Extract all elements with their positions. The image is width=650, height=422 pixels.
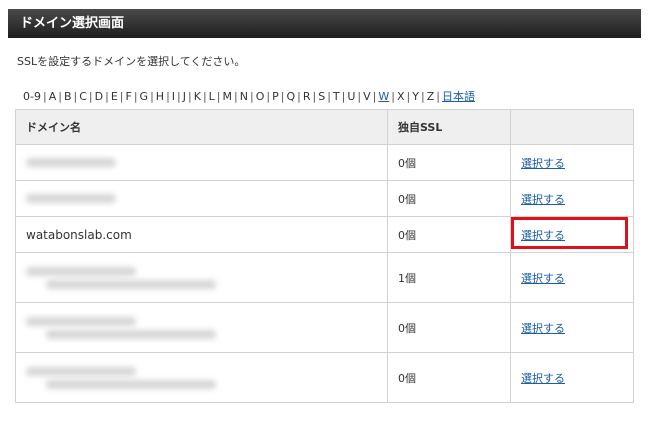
alpha-filter-k: K	[193, 90, 201, 103]
select-domain-link[interactable]: 選択する	[521, 229, 565, 242]
column-header-action	[510, 109, 634, 145]
nav-separator: |	[391, 90, 395, 103]
table-row: 0個 選択する	[15, 302, 634, 353]
domain-cell	[15, 144, 388, 181]
alpha-filter-y: Y	[412, 90, 419, 103]
instruction-text: SSLを設定するドメインを選択してください。	[17, 55, 246, 68]
redacted-domain	[26, 366, 136, 376]
redacted-domain	[26, 158, 116, 167]
table-row: 0個 選択する	[15, 144, 634, 181]
nav-separator: |	[436, 90, 440, 103]
ssl-count-cell: 0個	[387, 180, 511, 217]
alpha-filter-g: G	[139, 90, 149, 103]
alpha-filter-x: X	[397, 90, 405, 103]
nav-separator: |	[297, 90, 301, 103]
domain-cell: watabonslab.com	[15, 216, 388, 253]
action-cell: 選択する	[510, 216, 634, 253]
action-cell: 選択する	[510, 180, 634, 217]
alpha-filter-v: V	[363, 90, 371, 103]
table-header-row: ドメイン名 独自SSL	[15, 109, 634, 145]
alpha-filter-f: F	[125, 90, 132, 103]
redacted-domain	[46, 279, 216, 289]
alpha-filter-n: N	[239, 90, 248, 103]
alpha-filter-q: Q	[286, 90, 296, 103]
redacted-domain	[26, 266, 136, 276]
nav-separator: |	[188, 90, 192, 103]
select-domain-link[interactable]: 選択する	[521, 272, 565, 285]
redacted-domain	[26, 194, 116, 203]
action-cell: 選択する	[510, 302, 634, 353]
action-cell: 選択する	[510, 252, 634, 303]
redacted-domain	[46, 379, 216, 389]
column-header-domain: ドメイン名	[15, 109, 388, 145]
table-row: 1個 選択する	[15, 252, 634, 303]
select-domain-link[interactable]: 選択する	[521, 372, 565, 385]
nav-separator: |	[327, 90, 331, 103]
domain-cell	[15, 180, 388, 217]
nav-separator: |	[234, 90, 238, 103]
alpha-filter-m: M	[222, 90, 233, 103]
nav-separator: |	[357, 90, 362, 103]
alpha-filter-h: H	[155, 90, 165, 103]
alpha-filter-c: C	[79, 90, 87, 103]
page-header: ドメイン選択画面	[8, 9, 641, 38]
alpha-filter-0-9: 0-9	[23, 90, 41, 103]
select-domain-link[interactable]: 選択する	[521, 157, 565, 170]
select-domain-link[interactable]: 選択する	[521, 193, 565, 206]
nav-separator: |	[105, 90, 109, 103]
domain-table: ドメイン名 独自SSL 0個 選択する 0個 選択する watabonslab.com 0…	[15, 109, 634, 403]
alpha-filter-l: L	[208, 90, 215, 103]
nav-separator: |	[88, 90, 93, 103]
nav-separator: |	[177, 90, 181, 103]
nav-separator: |	[133, 90, 138, 103]
table-row: 0個 選択する	[15, 180, 634, 217]
domain-name: watabonslab.com	[26, 227, 132, 242]
redacted-domain	[46, 329, 216, 339]
domain-cell	[15, 252, 388, 303]
nav-separator: |	[150, 90, 154, 103]
alpha-filter-t: T	[332, 90, 340, 103]
nav-separator: |	[202, 90, 207, 103]
nav-separator: |	[166, 90, 170, 103]
nav-separator: |	[421, 90, 425, 103]
ssl-count-cell: 0個	[387, 302, 511, 353]
ssl-count-cell: 0個	[387, 352, 511, 403]
table-row: 0個 選択する	[15, 352, 634, 403]
nav-separator: |	[58, 90, 62, 103]
alpha-filter-p: P	[272, 90, 279, 103]
nav-separator: |	[42, 90, 47, 103]
alpha-filter-japanese[interactable]: 日本語	[442, 90, 475, 103]
alphabet-filter-nav: 0-9 | A | B | C | D | E | F | G | H | I | J | K | L | M | N | O | P | Q | R |…	[23, 88, 475, 104]
domain-cell	[15, 302, 388, 353]
alpha-filter-w[interactable]: W	[378, 90, 389, 103]
redacted-domain	[26, 316, 136, 326]
action-cell: 選択する	[510, 352, 634, 403]
alpha-filter-d: D	[94, 90, 104, 103]
select-domain-link[interactable]: 選択する	[521, 322, 565, 335]
page-title: ドメイン選択画面	[20, 16, 125, 31]
ssl-count-cell: 0個	[387, 216, 511, 253]
column-header-ssl: 独自SSL	[387, 109, 511, 145]
nav-separator: |	[266, 90, 271, 103]
ssl-count-cell: 1個	[387, 252, 511, 303]
domain-cell	[15, 352, 388, 403]
alpha-filter-e: E	[110, 90, 118, 103]
action-cell: 選択する	[510, 144, 634, 181]
table-row: watabonslab.com 0個 選択する	[15, 216, 634, 253]
nav-separator: |	[216, 90, 221, 103]
nav-separator: |	[249, 90, 254, 103]
ssl-count-cell: 0個	[387, 144, 511, 181]
